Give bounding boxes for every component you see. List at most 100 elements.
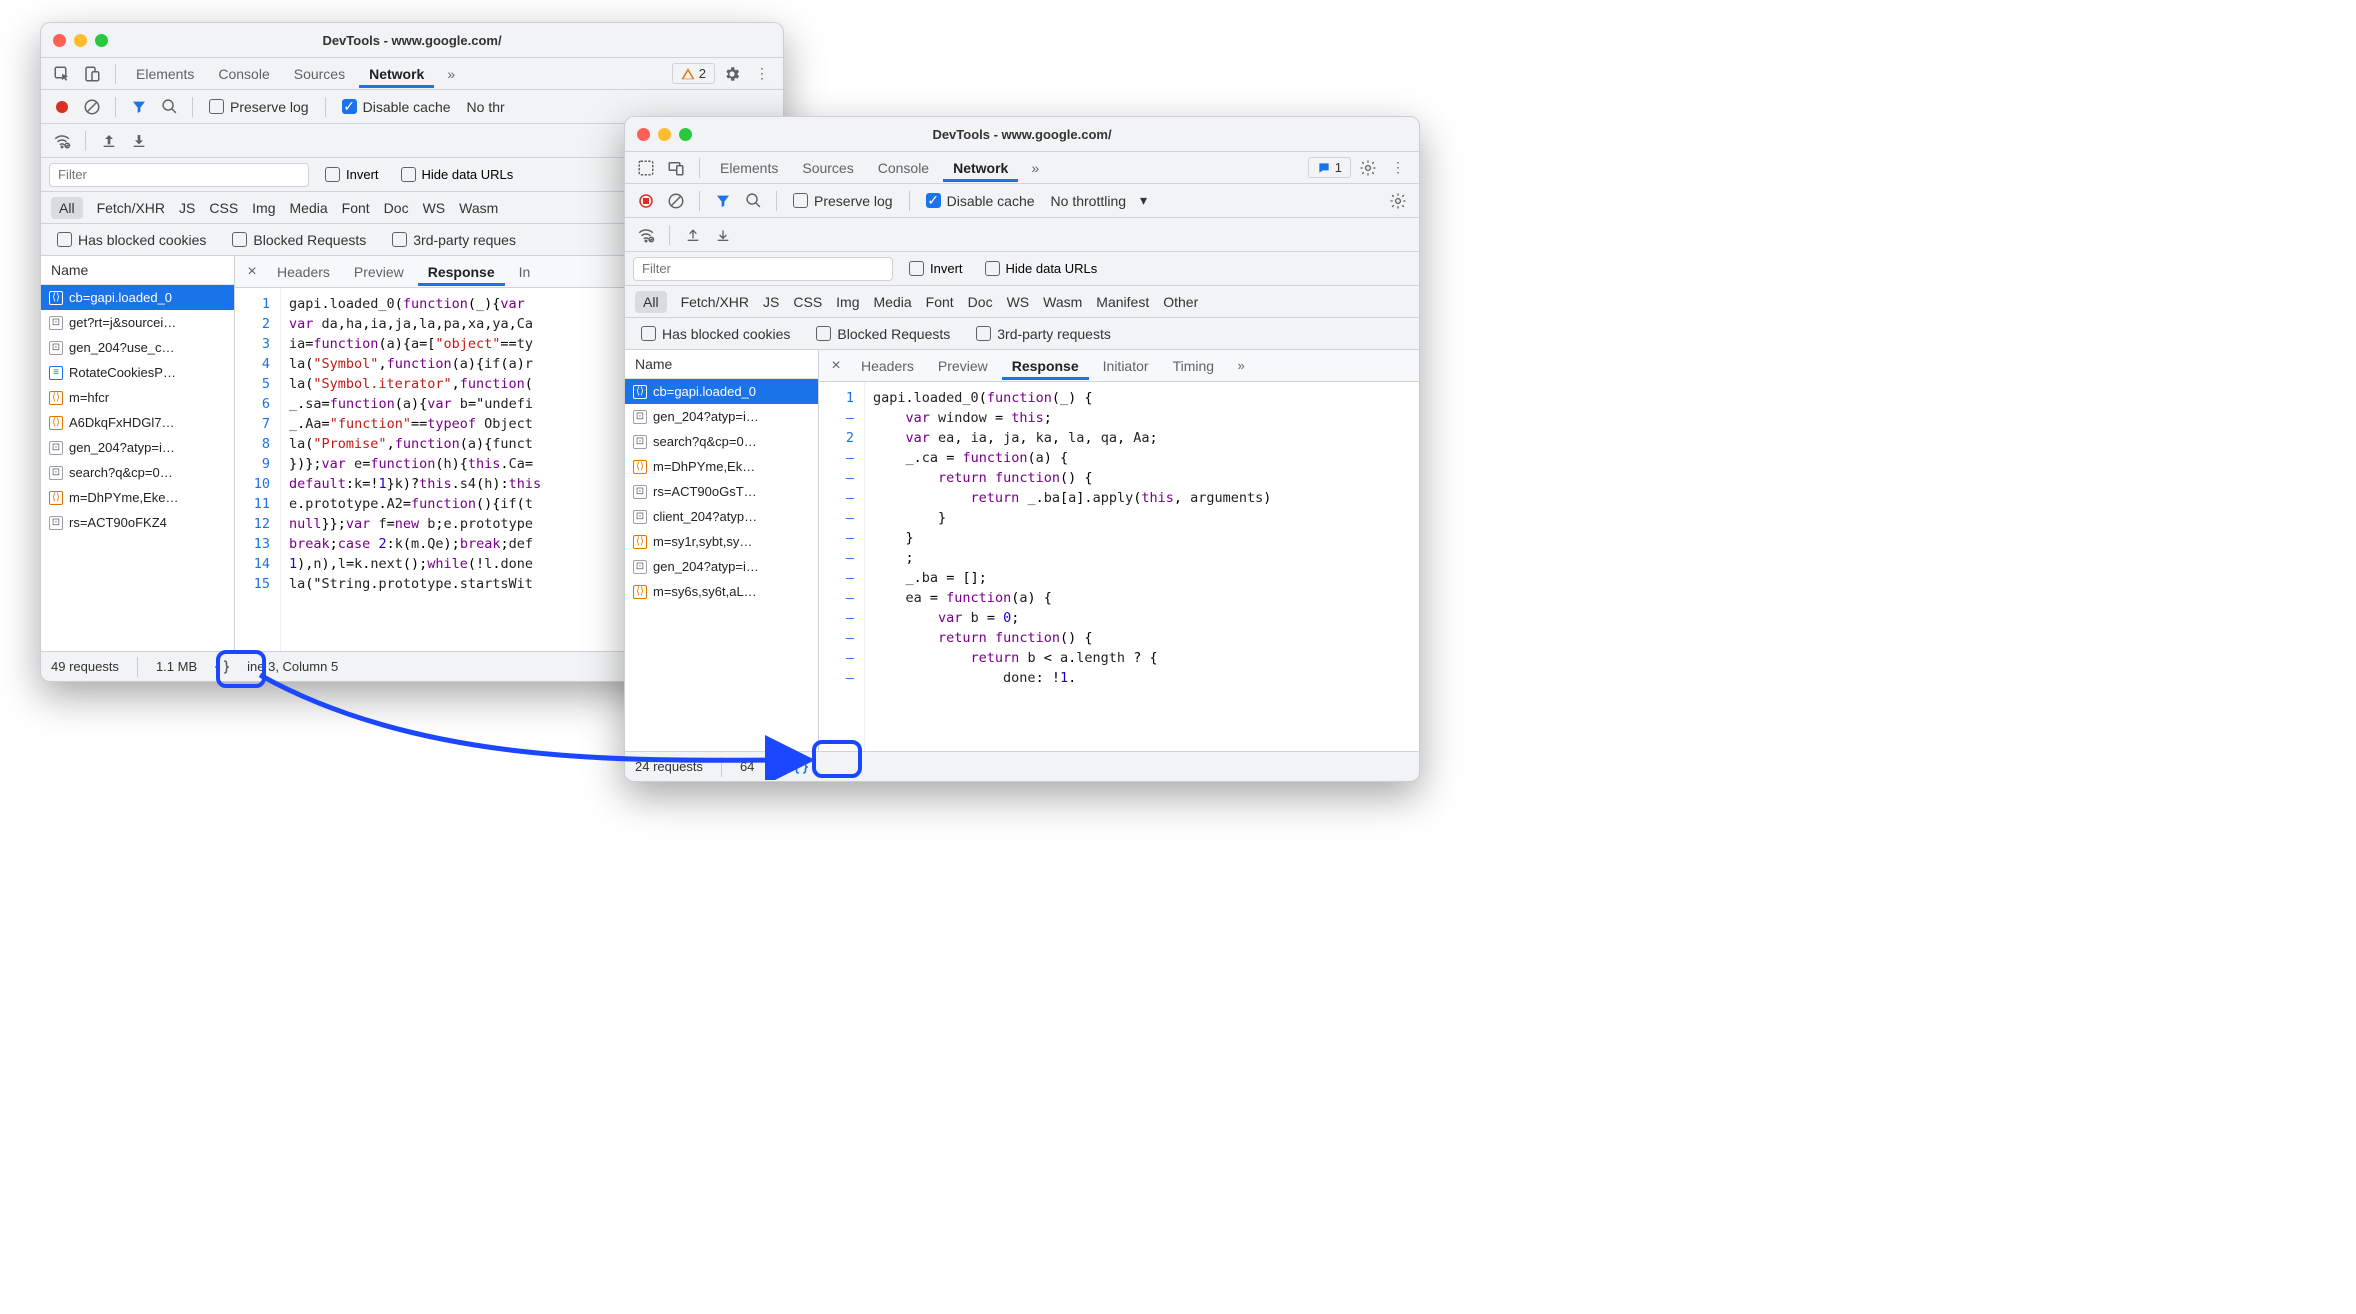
tab-console[interactable]: Console — [868, 154, 939, 182]
request-item[interactable]: ⊡get?rt=j&sourcei… — [41, 310, 234, 335]
request-item[interactable]: ⊡search?q&cp=0… — [41, 460, 234, 485]
more-tabs-icon[interactable]: » — [1228, 353, 1254, 379]
close-detail-icon[interactable]: × — [241, 263, 263, 281]
disable-cache-checkbox[interactable]: ✓Disable cache — [336, 99, 457, 115]
type-img[interactable]: Img — [836, 294, 859, 310]
search-icon[interactable] — [740, 188, 766, 214]
type-all[interactable]: All — [635, 291, 667, 313]
request-item[interactable]: ⊡gen_204?use_c… — [41, 335, 234, 360]
request-item[interactable]: ⊡rs=ACT90oGsT… — [625, 479, 818, 504]
tab-initiator[interactable]: In — [509, 258, 541, 286]
hide-data-urls-checkbox[interactable]: Hide data URLs — [395, 167, 520, 182]
type-wasm[interactable]: Wasm — [1043, 294, 1082, 310]
request-item[interactable]: ⟨⟩A6DkqFxHDGl7… — [41, 410, 234, 435]
preserve-log-checkbox[interactable]: Preserve log — [787, 193, 899, 209]
request-item[interactable]: ⊡client_204?atyp… — [625, 504, 818, 529]
gear-icon[interactable] — [719, 61, 745, 87]
zoom-icon[interactable] — [679, 128, 692, 141]
record-icon[interactable] — [633, 188, 659, 214]
upload-har-icon[interactable] — [96, 128, 122, 154]
titlebar[interactable]: DevTools - www.google.com/ — [41, 23, 783, 57]
minimize-icon[interactable] — [74, 34, 87, 47]
type-img[interactable]: Img — [252, 200, 275, 216]
messages-badge[interactable]: 1 — [1308, 157, 1351, 178]
type-font[interactable]: Font — [342, 200, 370, 216]
third-party-checkbox[interactable]: 3rd-party reques — [386, 232, 522, 248]
tab-console[interactable]: Console — [208, 60, 279, 88]
tab-initiator[interactable]: Initiator — [1093, 352, 1159, 380]
request-item[interactable]: ⟨⟩cb=gapi.loaded_0 — [41, 285, 234, 310]
type-fetch[interactable]: Fetch/XHR — [681, 294, 749, 310]
filter-input[interactable] — [633, 257, 893, 281]
throttling-select[interactable]: No thr — [461, 99, 505, 115]
type-doc[interactable]: Doc — [968, 294, 993, 310]
request-item[interactable]: ⟨⟩m=DhPYme,Ek… — [625, 454, 818, 479]
invert-checkbox[interactable]: Invert — [903, 261, 969, 276]
tab-response[interactable]: Response — [418, 258, 505, 286]
download-har-icon[interactable] — [710, 222, 736, 248]
tab-preview[interactable]: Preview — [928, 352, 998, 380]
device-icon[interactable] — [663, 155, 689, 181]
type-media[interactable]: Media — [874, 294, 912, 310]
tab-preview[interactable]: Preview — [344, 258, 414, 286]
network-conditions-icon[interactable] — [49, 128, 75, 154]
type-css[interactable]: CSS — [793, 294, 822, 310]
blocked-cookies-checkbox[interactable]: Has blocked cookies — [51, 232, 212, 248]
filter-input[interactable] — [49, 163, 309, 187]
type-ws[interactable]: WS — [423, 200, 446, 216]
kebab-icon[interactable]: ⋮ — [1385, 155, 1411, 181]
third-party-checkbox[interactable]: 3rd-party requests — [970, 326, 1117, 342]
inspect-icon[interactable] — [49, 61, 75, 87]
inspect-icon[interactable] — [633, 155, 659, 181]
type-manifest[interactable]: Manifest — [1096, 294, 1149, 310]
filter-icon[interactable] — [710, 188, 736, 214]
filter-icon[interactable] — [126, 94, 152, 120]
search-icon[interactable] — [156, 94, 182, 120]
name-column-header[interactable]: Name — [41, 256, 234, 285]
request-item[interactable]: ⊡gen_204?atyp=i… — [625, 554, 818, 579]
pretty-print-button[interactable] — [788, 756, 814, 778]
network-conditions-icon[interactable] — [633, 222, 659, 248]
minimize-icon[interactable] — [658, 128, 671, 141]
disable-cache-checkbox[interactable]: ✓Disable cache — [920, 193, 1041, 209]
tab-sources[interactable]: Sources — [792, 154, 863, 182]
request-item[interactable]: ≡RotateCookiesP… — [41, 360, 234, 385]
request-item[interactable]: ⊡gen_204?atyp=i… — [625, 404, 818, 429]
type-other[interactable]: Other — [1163, 294, 1198, 310]
tab-sources[interactable]: Sources — [284, 60, 355, 88]
warnings-badge[interactable]: 2 — [672, 63, 715, 84]
clear-icon[interactable] — [79, 94, 105, 120]
download-har-icon[interactable] — [126, 128, 152, 154]
upload-har-icon[interactable] — [680, 222, 706, 248]
request-item[interactable]: ⟨⟩m=DhPYme,Eke… — [41, 485, 234, 510]
request-item[interactable]: ⟨⟩m=sy6s,sy6t,aL… — [625, 579, 818, 604]
request-item[interactable]: ⟨⟩cb=gapi.loaded_0 — [625, 379, 818, 404]
close-icon[interactable] — [53, 34, 66, 47]
tab-headers[interactable]: Headers — [267, 258, 340, 286]
request-item[interactable]: ⊡search?q&cp=0… — [625, 429, 818, 454]
throttling-select[interactable]: No throttling▾ — [1045, 192, 1148, 209]
clear-icon[interactable] — [663, 188, 689, 214]
tab-response[interactable]: Response — [1002, 352, 1089, 380]
request-item[interactable]: ⟨⟩m=hfcr — [41, 385, 234, 410]
tab-elements[interactable]: Elements — [710, 154, 788, 182]
blocked-cookies-checkbox[interactable]: Has blocked cookies — [635, 326, 796, 342]
blocked-requests-checkbox[interactable]: Blocked Requests — [226, 232, 372, 248]
gear-icon[interactable] — [1355, 155, 1381, 181]
tab-network[interactable]: Network — [943, 154, 1018, 182]
code-lines[interactable]: gapi.loaded_0(function(_) { var window =… — [865, 382, 1419, 751]
close-icon[interactable] — [637, 128, 650, 141]
request-item[interactable]: ⟨⟩m=sy1r,sybt,sy… — [625, 529, 818, 554]
type-js[interactable]: JS — [179, 200, 195, 216]
zoom-icon[interactable] — [95, 34, 108, 47]
type-all[interactable]: All — [51, 197, 83, 219]
more-tabs-icon[interactable]: » — [1022, 155, 1048, 181]
name-column-header[interactable]: Name — [625, 350, 818, 379]
type-fetch[interactable]: Fetch/XHR — [97, 200, 165, 216]
titlebar[interactable]: DevTools - www.google.com/ — [625, 117, 1419, 151]
type-media[interactable]: Media — [290, 200, 328, 216]
type-wasm[interactable]: Wasm — [459, 200, 498, 216]
tab-headers[interactable]: Headers — [851, 352, 924, 380]
invert-checkbox[interactable]: Invert — [319, 167, 385, 182]
tab-timing[interactable]: Timing — [1163, 352, 1225, 380]
